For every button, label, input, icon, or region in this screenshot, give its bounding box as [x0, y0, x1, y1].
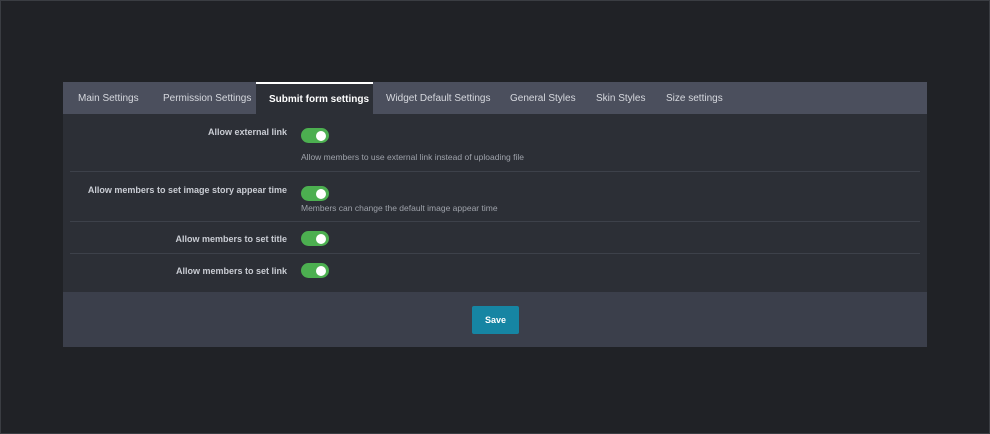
settings-panel: Main Settings Permission Settings Submit…	[63, 82, 927, 347]
set-title-toggle[interactable]	[301, 231, 329, 246]
tab-permission-settings[interactable]: Permission Settings	[150, 82, 256, 114]
setting-label: Allow members to set title	[175, 234, 287, 244]
setting-row-allow-external-link: Allow external link Allow members to use…	[70, 114, 920, 172]
setting-label: Allow members to set image story appear …	[87, 185, 287, 195]
setting-description: Members can change the default image app…	[301, 203, 498, 213]
tab-submit-form-settings[interactable]: Submit form settings	[256, 82, 373, 114]
toggle-knob	[316, 130, 326, 141]
tab-bar: Main Settings Permission Settings Submit…	[63, 82, 927, 114]
form-footer: Save	[63, 292, 927, 347]
toggle-knob	[316, 265, 326, 276]
set-link-toggle[interactable]	[301, 263, 329, 278]
setting-row-image-appear-time: Allow members to set image story appear …	[70, 172, 920, 222]
setting-row-set-title: Allow members to set title	[70, 222, 920, 254]
toggle-knob	[316, 233, 326, 244]
tab-general-styles[interactable]: General Styles	[497, 82, 583, 114]
toggle-knob	[316, 188, 326, 199]
tab-size-settings[interactable]: Size settings	[653, 82, 738, 114]
tab-widget-default-settings[interactable]: Widget Default Settings	[373, 82, 497, 114]
setting-description: Allow members to use external link inste…	[301, 152, 525, 162]
tab-main-settings[interactable]: Main Settings	[65, 82, 150, 114]
tab-skin-styles[interactable]: Skin Styles	[583, 82, 653, 114]
setting-label: Allow members to set link	[175, 266, 287, 276]
setting-label: Allow external link	[207, 127, 287, 137]
allow-external-link-toggle[interactable]	[301, 128, 329, 143]
settings-list: Allow external link Allow members to use…	[63, 114, 927, 286]
setting-row-set-link: Allow members to set link	[70, 254, 920, 286]
save-button[interactable]: Save	[472, 306, 519, 334]
image-appear-time-toggle[interactable]	[301, 186, 329, 201]
